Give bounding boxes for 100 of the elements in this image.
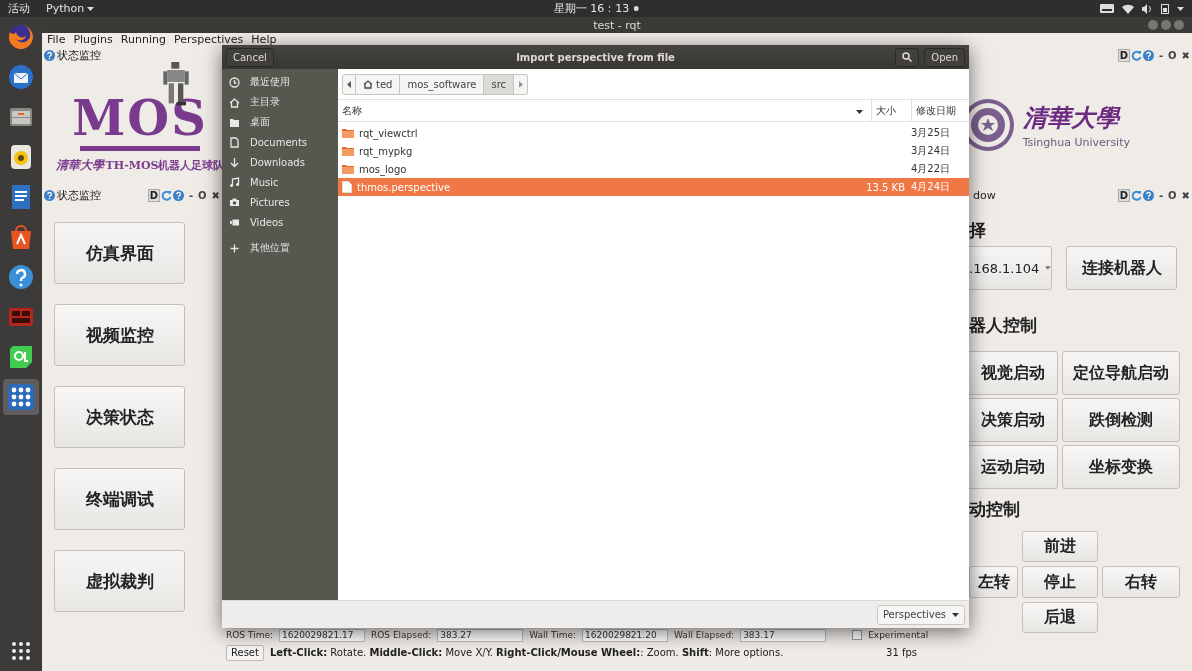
app-menu[interactable]: Python (46, 2, 95, 15)
sidebar-item[interactable]: 主目录 (222, 92, 338, 112)
control-button[interactable]: 视觉启动 (969, 351, 1058, 395)
control-button[interactable]: 跌倒检测 (1062, 398, 1180, 442)
dock-button[interactable]: - (188, 189, 194, 201)
reload-icon[interactable] (1130, 49, 1142, 61)
menu-item[interactable]: File (47, 34, 66, 46)
dock-key[interactable]: D (147, 188, 160, 202)
dock-button[interactable]: ✖ (1181, 49, 1190, 61)
reset-button[interactable]: Reset (226, 644, 264, 661)
minimize-icon[interactable] (1148, 20, 1158, 30)
sidebar-item[interactable]: Downloads (222, 152, 338, 172)
dialog-title: Import perspective from file (516, 51, 675, 63)
menu-item[interactable]: Plugins (73, 34, 113, 46)
column-header[interactable]: 名称 (338, 100, 871, 121)
field-label: ROS Time: (226, 630, 273, 640)
file-row[interactable]: rqt_mypkg 3月24日 (338, 142, 969, 160)
reload-icon[interactable] (1130, 189, 1142, 201)
dock-key[interactable]: D (1117, 48, 1130, 62)
dock-button[interactable]: - (1158, 189, 1164, 201)
panel-button[interactable]: 视频监控 (54, 304, 185, 366)
panel-button[interactable]: 决策状态 (54, 386, 185, 448)
file-row[interactable]: mos_logo 4月22日 (338, 160, 969, 178)
checkbox[interactable] (852, 630, 863, 640)
caret-icon (87, 6, 95, 11)
time-field[interactable]: 1620029821.17 (278, 628, 365, 642)
sidebar-item[interactable]: Documents (222, 132, 338, 152)
sidebar-item[interactable]: Pictures (222, 192, 338, 212)
wifi-icon[interactable] (1122, 3, 1134, 14)
time-field[interactable]: 383.17 (740, 628, 827, 642)
field-label: ROS Elapsed: (370, 630, 432, 640)
control-button[interactable]: 运动启动 (969, 445, 1058, 489)
cancel-button[interactable]: Cancel (226, 47, 274, 67)
keyboard-icon[interactable] (1100, 4, 1114, 13)
motion-button[interactable]: 右转 (1102, 566, 1180, 598)
path-forward-button[interactable] (514, 73, 529, 95)
search-button[interactable] (895, 47, 920, 67)
sidebar-item[interactable]: 其他位置 (222, 238, 338, 258)
dock-button[interactable]: ✖ (211, 189, 220, 201)
field-label: Wall Elapsed: (674, 630, 735, 640)
clock-icon (229, 76, 240, 88)
control-button[interactable]: 定位导航启动 (1062, 351, 1180, 395)
dock-button[interactable]: O (198, 189, 207, 201)
menu-item[interactable]: Running (120, 34, 166, 46)
open-button[interactable]: Open (924, 47, 965, 67)
section-heading: 择 (969, 220, 986, 240)
time-field[interactable]: 383.27 (437, 628, 524, 642)
path-segment[interactable]: mos_software (400, 73, 485, 95)
show-apps-icon[interactable] (11, 641, 31, 661)
logo-caption: Tsinghua University (1022, 135, 1130, 149)
caret-icon (952, 612, 959, 617)
dock-button[interactable]: O (1168, 189, 1177, 201)
file-name: mos_logo (359, 163, 407, 175)
search-icon (902, 52, 913, 62)
path-back-button[interactable] (342, 73, 356, 95)
file-row[interactable]: rqt_viewctrl 3月25日 (338, 124, 969, 142)
menu-item[interactable]: Perspectives (173, 34, 244, 46)
right-arrow-icon (518, 80, 523, 88)
sidebar-item[interactable]: Videos (222, 212, 338, 232)
music-icon (229, 176, 240, 188)
reload-icon[interactable] (160, 189, 172, 201)
column-header[interactable]: 大小 (871, 100, 911, 121)
dock-key[interactable]: D (1117, 188, 1130, 202)
motion-button[interactable]: 停止 (1022, 566, 1098, 598)
control-button[interactable]: 决策启动 (969, 398, 1058, 442)
column-header[interactable]: 修改日期 (911, 100, 969, 121)
close-icon[interactable] (1174, 20, 1184, 30)
time-field[interactable]: 1620029821.20 (582, 628, 669, 642)
dock-button[interactable]: O (1168, 49, 1177, 61)
motion-button[interactable]: 左转 (969, 566, 1018, 598)
panel-button[interactable]: 虚拟裁判 (54, 550, 185, 612)
panel-button[interactable]: 仿真界面 (54, 222, 185, 284)
path-segment[interactable]: src (484, 73, 515, 95)
activities-button[interactable]: 活动 (8, 1, 30, 16)
motion-button[interactable]: 后退 (1022, 602, 1098, 633)
path-segment[interactable]: ted (356, 73, 401, 95)
control-button[interactable]: 坐标变换 (1062, 445, 1180, 489)
section-heading: 器人控制 (969, 315, 1038, 335)
dock-title: 状态监控 (57, 187, 101, 203)
battery-icon[interactable] (1161, 3, 1169, 14)
menu-item[interactable]: Help (251, 34, 277, 46)
home-icon (363, 79, 373, 89)
filter-dropdown[interactable]: Perspectives (876, 604, 965, 625)
dock-button[interactable]: - (1158, 49, 1164, 61)
sidebar-item[interactable]: 最近使用 (222, 72, 338, 92)
robot-combo[interactable]: .168.1.104 (969, 246, 1052, 290)
panel-button[interactable]: 终端调试 (54, 468, 185, 530)
sidebar-item[interactable]: Music (222, 172, 338, 192)
logo-script: 清華大學 (55, 157, 104, 174)
volume-icon[interactable] (1142, 3, 1153, 14)
clock[interactable]: 星期一 16：13 (553, 1, 630, 16)
file-name: rqt_mypkg (359, 145, 413, 157)
motion-button[interactable]: 前进 (1022, 531, 1098, 562)
caret-icon (856, 110, 863, 114)
notification-dot-icon (633, 6, 639, 11)
dock-button[interactable]: ✖ (1181, 189, 1190, 201)
left-arrow-icon (347, 80, 351, 88)
maximize-icon[interactable] (1161, 20, 1171, 30)
sidebar-item[interactable]: 桌面 (222, 112, 338, 132)
connect-button[interactable]: 连接机器人 (1066, 246, 1177, 290)
